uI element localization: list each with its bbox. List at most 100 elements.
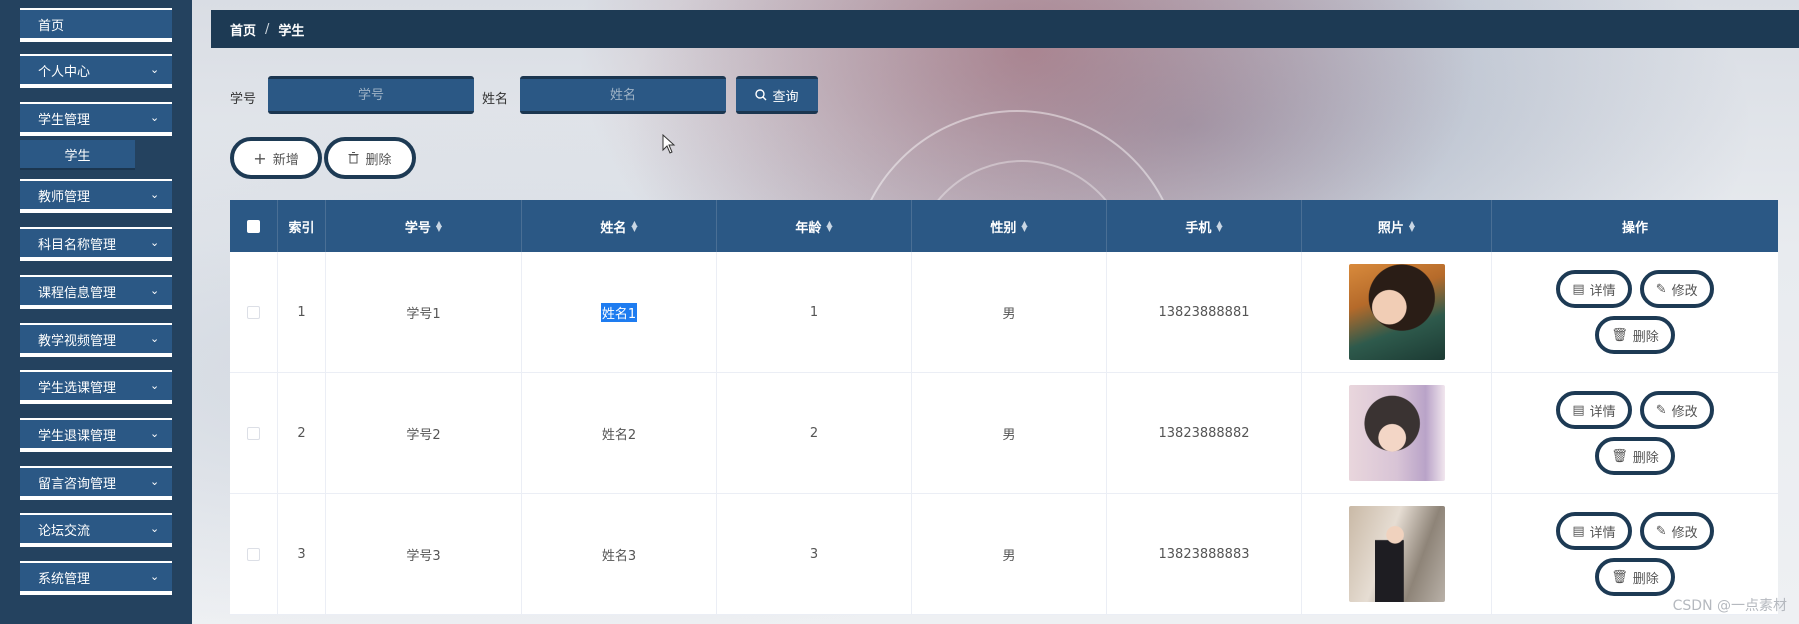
- student-id-input[interactable]: [268, 76, 474, 114]
- row-checkbox[interactable]: [247, 426, 260, 440]
- sidebar-item-student-management[interactable]: 学生管理 ⌄: [20, 102, 172, 136]
- sort-icon[interactable]: ▲ ▼: [436, 220, 442, 233]
- student-id-cell: 学号1: [326, 252, 522, 372]
- breadcrumb-separator: /: [265, 21, 270, 37]
- sidebar-item-system-management[interactable]: 系统管理 ⌄: [20, 561, 172, 595]
- detail-button[interactable]: ▤ 详情: [1556, 391, 1632, 429]
- sidebar-subitem-label: 学生: [64, 148, 91, 164]
- trash-icon: 🗑: [1611, 569, 1628, 585]
- actions-cell: ▤ 详情 ✎ 修改 🗑 删除: [1492, 252, 1778, 372]
- sort-icon[interactable]: ▲ ▼: [631, 220, 637, 233]
- pencil-icon: ✎: [1655, 523, 1667, 539]
- sort-icon[interactable]: ▲ ▼: [1216, 220, 1222, 233]
- column-label: 学号: [404, 220, 431, 236]
- age-cell: 2: [717, 373, 912, 493]
- table-row: 3 学号3 姓名3 3 男 13823888883 ▤ 详情 ✎ 修改 🗑 删除: [230, 494, 1778, 615]
- plus-icon: +: [253, 148, 267, 168]
- select-all-checkbox[interactable]: [247, 219, 260, 233]
- document-icon: ▤: [1572, 523, 1585, 539]
- row-checkbox[interactable]: [247, 305, 260, 319]
- sidebar-item-message-consult[interactable]: 留言咨询管理 ⌄: [20, 466, 172, 500]
- edit-button-label: 修改: [1671, 283, 1698, 299]
- sidebar-item-course-withdrawal[interactable]: 学生退课管理 ⌄: [20, 418, 172, 452]
- breadcrumb: 首页 / 学生: [211, 10, 1799, 48]
- sidebar-item-video-management[interactable]: 教学视频管理 ⌄: [20, 323, 172, 357]
- column-header-actions: 操作: [1492, 200, 1778, 252]
- column-label: 索引: [288, 220, 315, 236]
- column-header-phone[interactable]: 手机 ▲ ▼: [1107, 200, 1302, 252]
- gender-cell: 男: [912, 252, 1107, 372]
- row-select-cell: [230, 373, 278, 493]
- chevron-down-icon: ⌄: [150, 188, 160, 201]
- student-id-cell: 学号2: [326, 373, 522, 493]
- sidebar-item-label: 学生退课管理: [38, 428, 117, 444]
- add-button-label: 新增: [272, 152, 299, 168]
- age-cell: 1: [717, 252, 912, 372]
- chevron-down-icon: ⌄: [150, 475, 160, 488]
- age-cell: 3: [717, 494, 912, 614]
- edit-button[interactable]: ✎ 修改: [1639, 270, 1714, 308]
- breadcrumb-home-link[interactable]: 首页: [230, 20, 256, 39]
- column-header-photo[interactable]: 照片 ▲ ▼: [1302, 200, 1492, 252]
- column-header-student-id[interactable]: 学号 ▲ ▼: [326, 200, 522, 252]
- sidebar-item-label: 系统管理: [38, 571, 91, 587]
- gender-cell: 男: [912, 373, 1107, 493]
- search-button[interactable]: 查询: [736, 76, 818, 114]
- row-delete-button[interactable]: 🗑 删除: [1595, 558, 1675, 596]
- edit-button[interactable]: ✎ 修改: [1639, 512, 1714, 550]
- sidebar-item-home[interactable]: 首页: [20, 8, 172, 42]
- sort-icon[interactable]: ▲ ▼: [1021, 220, 1027, 233]
- column-header-name[interactable]: 姓名 ▲ ▼: [522, 200, 717, 252]
- detail-button[interactable]: ▤ 详情: [1556, 270, 1632, 308]
- trash-icon: 🗑: [1611, 327, 1628, 343]
- detail-button[interactable]: ▤ 详情: [1556, 512, 1632, 550]
- name-cell: 姓名2: [522, 373, 717, 493]
- chevron-down-icon: ⌄: [150, 63, 160, 76]
- row-delete-button[interactable]: 🗑 删除: [1595, 316, 1675, 354]
- sidebar-item-course-selection[interactable]: 学生选课管理 ⌄: [20, 370, 172, 404]
- column-header-gender[interactable]: 性别 ▲ ▼: [912, 200, 1107, 252]
- index-cell: 3: [278, 494, 326, 614]
- column-header-age[interactable]: 年龄 ▲ ▼: [717, 200, 912, 252]
- row-checkbox[interactable]: [247, 547, 260, 561]
- table-row: 1 学号1 姓名1 1 男 13823888881 ▤ 详情 ✎ 修改 🗑 删除: [230, 252, 1778, 373]
- sidebar-item-label: 课程信息管理: [38, 285, 117, 301]
- student-table: 索引 学号 ▲ ▼ 姓名 ▲ ▼ 年龄 ▲ ▼ 性别 ▲ ▼ 手机 ▲ ▼ 照片 ▲ ▼ 操作 1 学号…: [230, 200, 1778, 615]
- chevron-down-icon: ⌄: [150, 236, 160, 249]
- sidebar-item-label: 论坛交流: [38, 523, 91, 539]
- sidebar-item-forum[interactable]: 论坛交流 ⌄: [20, 513, 172, 547]
- document-icon: ▤: [1572, 402, 1585, 418]
- sidebar-subitem-student[interactable]: 学生: [20, 140, 135, 170]
- row-select-cell: [230, 494, 278, 614]
- delete-button[interactable]: 删除: [324, 137, 416, 179]
- photo-cell: [1302, 373, 1492, 493]
- edit-button[interactable]: ✎ 修改: [1639, 391, 1714, 429]
- chevron-down-icon: ⌄: [150, 427, 160, 440]
- add-button[interactable]: + 新增: [230, 137, 322, 179]
- column-label: 手机: [1185, 220, 1212, 236]
- name-cell: 姓名3: [522, 494, 717, 614]
- select-all-header[interactable]: [230, 200, 278, 252]
- sort-icon[interactable]: ▲ ▼: [1409, 220, 1415, 233]
- row-delete-button-label: 删除: [1632, 450, 1659, 466]
- student-photo: [1348, 385, 1445, 481]
- student-photo: [1348, 506, 1445, 602]
- pencil-icon: ✎: [1655, 281, 1667, 297]
- sidebar-item-label: 教学视频管理: [38, 333, 117, 349]
- sidebar-item-teacher-management[interactable]: 教师管理 ⌄: [20, 179, 172, 213]
- sort-icon[interactable]: ▲ ▼: [826, 220, 832, 233]
- chevron-down-icon: ⌄: [150, 379, 160, 392]
- sidebar-item-subject-management[interactable]: 科目名称管理 ⌄: [20, 227, 172, 261]
- column-label: 操作: [1621, 220, 1648, 236]
- gender-cell: 男: [912, 494, 1107, 614]
- photo-cell: [1302, 494, 1492, 614]
- row-delete-button[interactable]: 🗑 删除: [1595, 437, 1675, 475]
- sidebar-item-label: 学生选课管理: [38, 380, 117, 396]
- sidebar-item-profile[interactable]: 个人中心 ⌄: [20, 54, 172, 88]
- column-label: 照片: [1377, 220, 1404, 236]
- sidebar-item-label: 教师管理: [38, 189, 91, 205]
- sidebar-item-label: 留言咨询管理: [38, 476, 117, 492]
- row-select-cell: [230, 252, 278, 372]
- name-input[interactable]: [520, 76, 726, 114]
- sidebar-item-course-management[interactable]: 课程信息管理 ⌄: [20, 275, 172, 309]
